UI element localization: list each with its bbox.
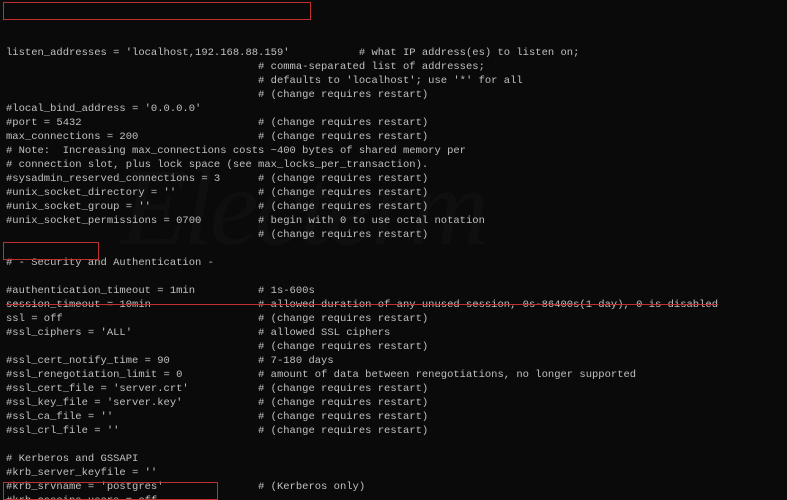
terminal-viewport[interactable]: Electerm listen_addresses = 'localhost,1…: [0, 0, 787, 500]
config-line[interactable]: listen_addresses = 'localhost,192.168.88…: [6, 46, 781, 60]
config-line[interactable]: #port = 5432 # (change requires restart): [6, 116, 781, 130]
config-line[interactable]: # (change requires restart): [6, 340, 781, 354]
config-line[interactable]: #local_bind_address = '0.0.0.0': [6, 102, 781, 116]
config-line[interactable]: [6, 242, 781, 256]
config-line[interactable]: [6, 270, 781, 284]
config-line[interactable]: # comma-separated list of addresses;: [6, 60, 781, 74]
config-line[interactable]: #ssl_crl_file = '' # (change requires re…: [6, 424, 781, 438]
config-line[interactable]: #krb_caseins_users = off: [6, 494, 781, 500]
config-line[interactable]: #ssl_renegotiation_limit = 0 # amount of…: [6, 368, 781, 382]
config-line[interactable]: ssl = off # (change requires restart): [6, 312, 781, 326]
config-line[interactable]: #ssl_ciphers = 'ALL' # allowed SSL ciphe…: [6, 326, 781, 340]
config-line[interactable]: #krb_srvname = 'postgres' # (Kerberos on…: [6, 480, 781, 494]
config-line[interactable]: #ssl_cert_notify_time = 90 # 7-180 days: [6, 354, 781, 368]
config-line[interactable]: #krb_server_keyfile = '': [6, 466, 781, 480]
config-line[interactable]: [6, 438, 781, 452]
config-line[interactable]: #unix_socket_permissions = 0700 # begin …: [6, 214, 781, 228]
config-line[interactable]: max_connections = 200 # (change requires…: [6, 130, 781, 144]
config-line[interactable]: session_timeout = 10min # allowed durati…: [6, 298, 781, 312]
config-line[interactable]: #ssl_ca_file = '' # (change requires res…: [6, 410, 781, 424]
config-line[interactable]: #sysadmin_reserved_connections = 3 # (ch…: [6, 172, 781, 186]
config-line[interactable]: #unix_socket_group = '' # (change requir…: [6, 200, 781, 214]
config-line[interactable]: #ssl_cert_file = 'server.crt' # (change …: [6, 382, 781, 396]
config-line[interactable]: #unix_socket_directory = '' # (change re…: [6, 186, 781, 200]
highlight-box-listen-addresses: [3, 2, 311, 20]
config-line[interactable]: # Kerberos and GSSAPI: [6, 452, 781, 466]
config-line[interactable]: #ssl_key_file = 'server.key' # (change r…: [6, 396, 781, 410]
config-line[interactable]: # connection slot, plus lock space (see …: [6, 158, 781, 172]
config-text-area[interactable]: listen_addresses = 'localhost,192.168.88…: [6, 46, 781, 500]
config-line[interactable]: # defaults to 'localhost'; use '*' for a…: [6, 74, 781, 88]
config-line[interactable]: #authentication_timeout = 1min # 1s-600s: [6, 284, 781, 298]
config-line[interactable]: # Note: Increasing max_connections costs…: [6, 144, 781, 158]
config-line[interactable]: # - Security and Authentication -: [6, 256, 781, 270]
config-line[interactable]: # (change requires restart): [6, 228, 781, 242]
config-line[interactable]: # (change requires restart): [6, 88, 781, 102]
